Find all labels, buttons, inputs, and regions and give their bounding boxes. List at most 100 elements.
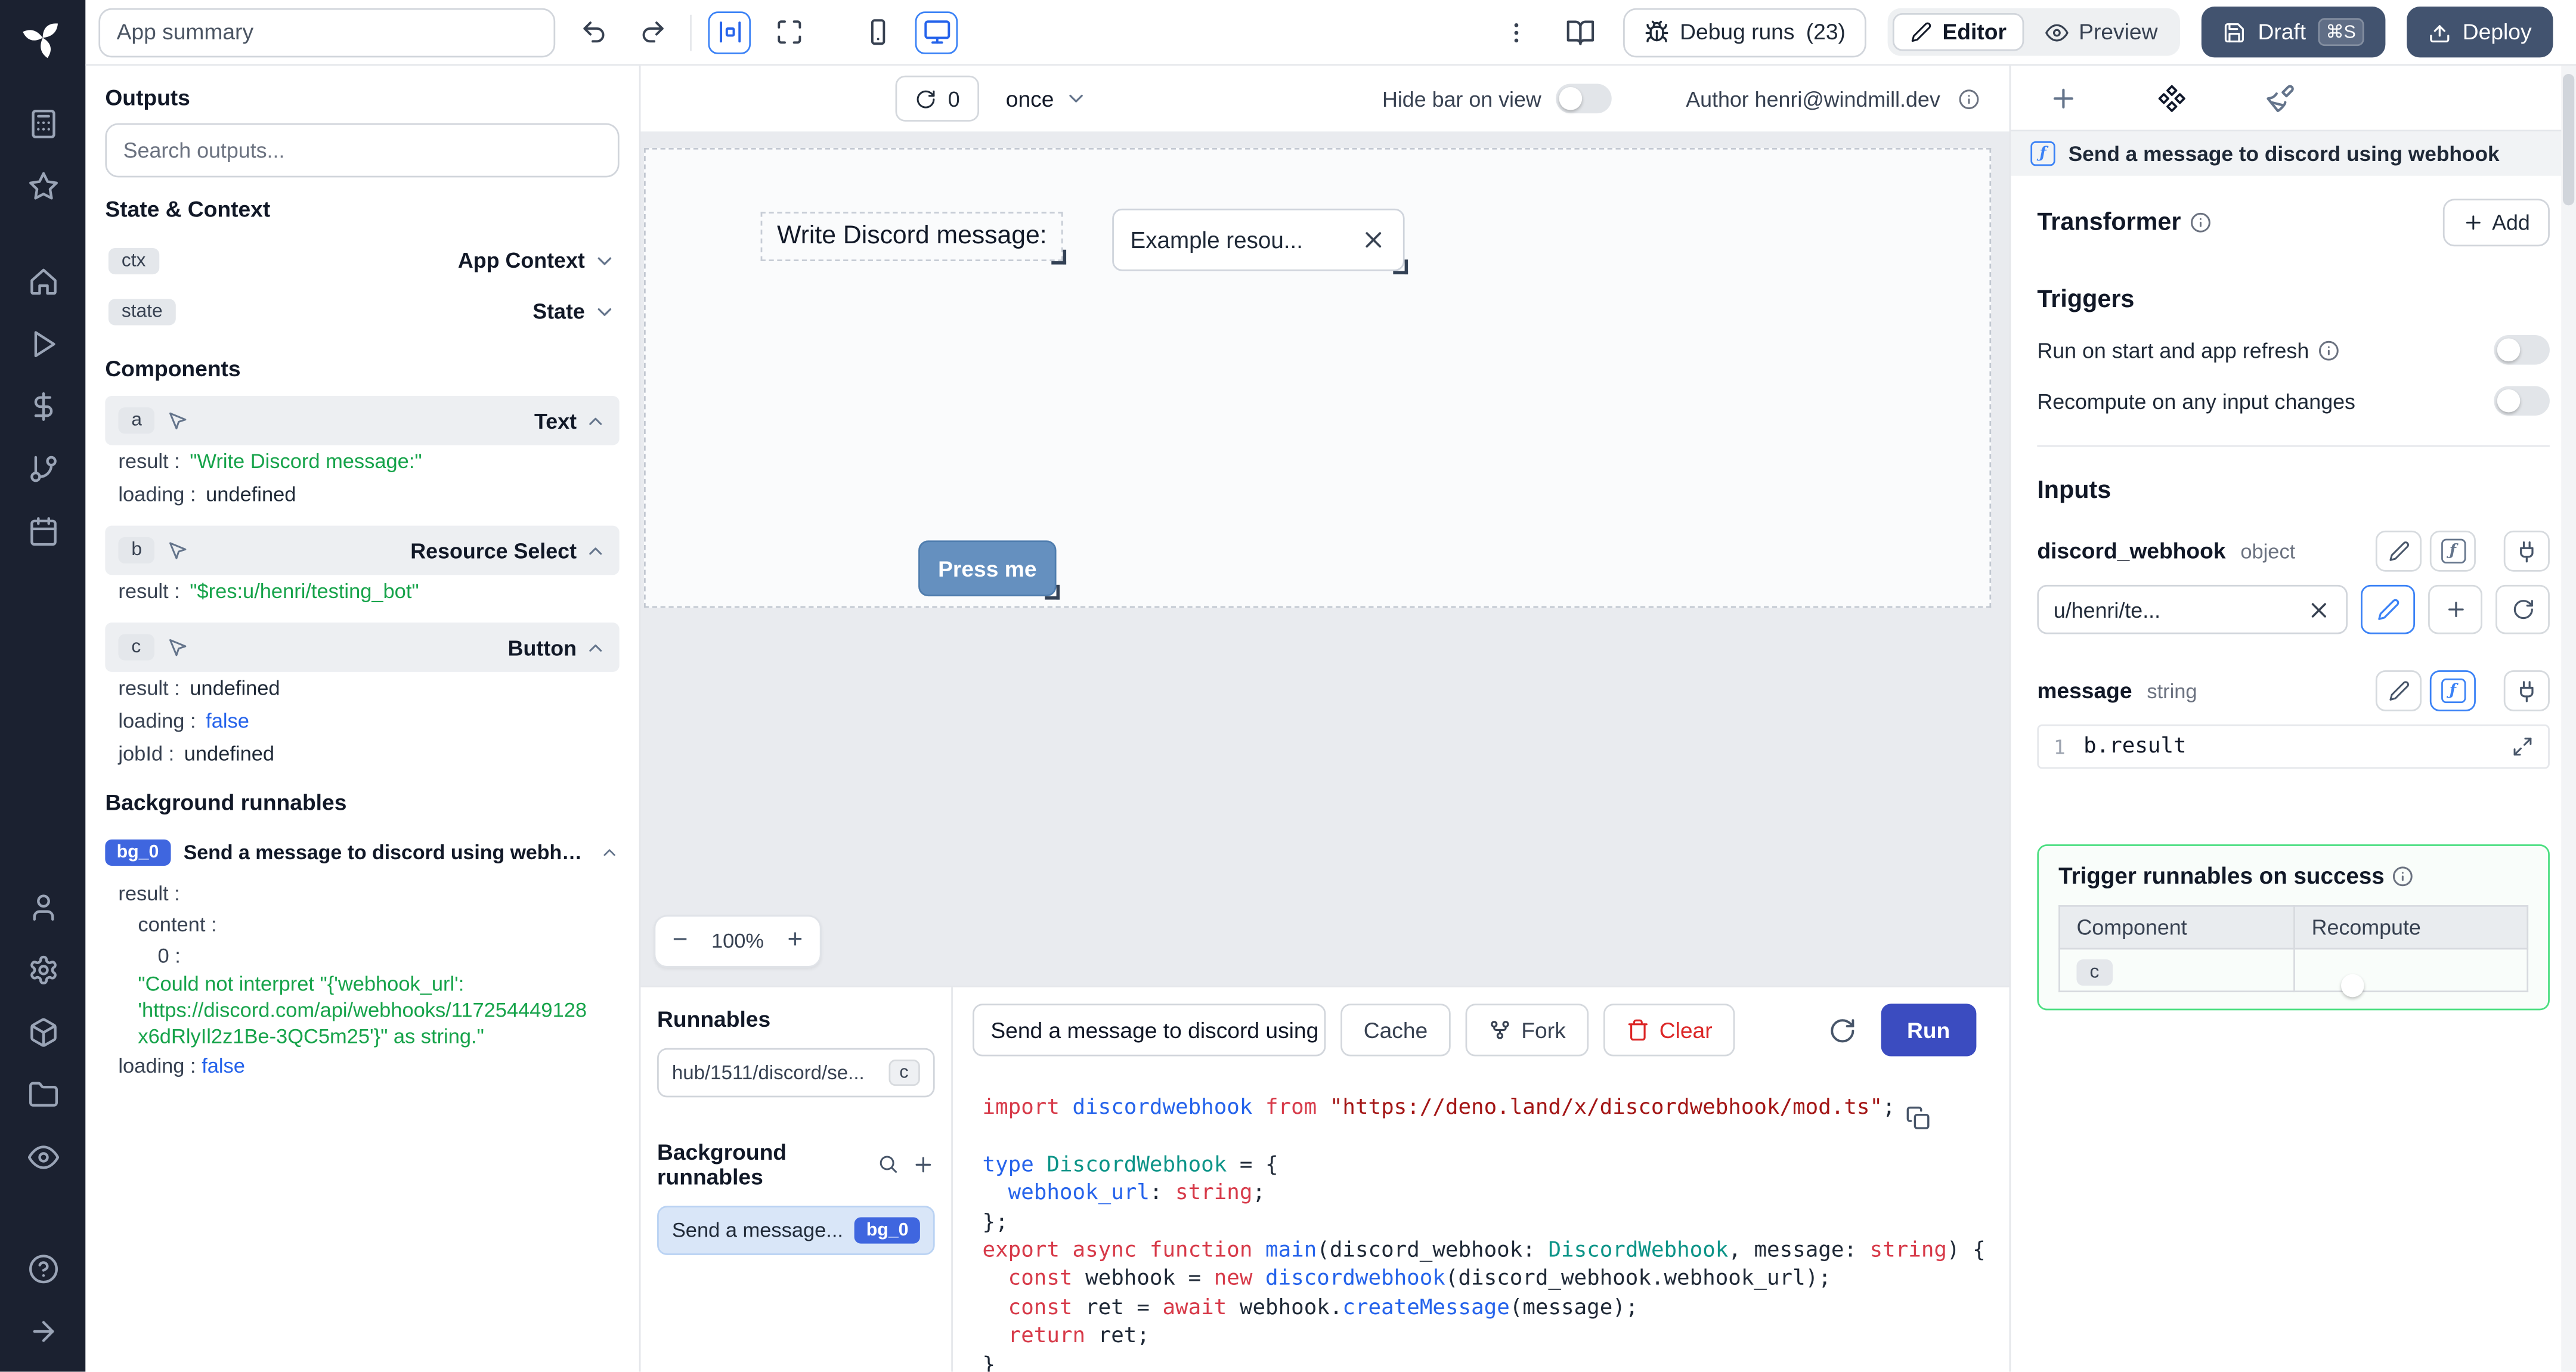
resource-select-component[interactable]: Example resou... (1112, 208, 1408, 275)
resource-path-field[interactable]: u/henri/te... (2037, 584, 2348, 634)
package-icon[interactable] (13, 1007, 72, 1057)
chevron-up-icon[interactable] (600, 843, 620, 862)
scrollbar-thumb[interactable] (2562, 73, 2575, 206)
horizontal-align-button[interactable] (708, 10, 751, 54)
info-icon[interactable] (2317, 339, 2339, 361)
chevron-up-icon[interactable] (585, 637, 606, 658)
resize-handle[interactable] (1051, 249, 1067, 265)
info-icon[interactable] (2393, 865, 2414, 887)
refresh-count-button[interactable]: 0 (895, 75, 980, 122)
ctx-row[interactable]: ctx App Context (105, 235, 619, 286)
tab-preview[interactable]: Preview (2028, 13, 2176, 51)
zoom-in-button[interactable]: + (770, 916, 820, 966)
chevron-down-icon[interactable] (593, 249, 617, 272)
search-icon[interactable] (877, 1153, 899, 1175)
kebab-menu-button[interactable] (1494, 11, 1537, 54)
canvas-sheet[interactable]: Write Discord message: Example resou... … (643, 147, 1992, 608)
bg-runnable-item[interactable]: Send a message... bg_0 (657, 1206, 935, 1255)
info-icon[interactable] (2189, 212, 2210, 233)
clear-select-icon[interactable] (1360, 227, 1386, 253)
state-row[interactable]: state State (105, 286, 619, 336)
eval-input-icon[interactable]: ƒ (2429, 530, 2476, 572)
tab-component-settings[interactable] (2152, 78, 2191, 117)
chevron-up-icon[interactable] (585, 410, 606, 431)
deploy-button[interactable]: Deploy (2407, 7, 2553, 58)
add-resource-button[interactable] (2428, 584, 2482, 634)
button-component[interactable]: Press me (918, 540, 1060, 600)
fork-button[interactable]: Fork (1465, 1004, 1589, 1057)
refresh-script-button[interactable] (1820, 1007, 1866, 1053)
user-icon[interactable] (13, 882, 72, 931)
play-icon[interactable] (13, 318, 72, 368)
resize-handle[interactable] (1045, 584, 1060, 600)
add-runnable-icon[interactable] (912, 1153, 935, 1176)
expand-sidebar-icon[interactable] (13, 1306, 72, 1355)
expression-value: b.result (2083, 734, 2187, 759)
windmill-logo[interactable] (18, 13, 67, 63)
static-input-icon[interactable] (2375, 670, 2422, 711)
folder-icon[interactable] (13, 1070, 72, 1119)
hand-pointer-icon[interactable] (168, 540, 190, 561)
refresh-resource-button[interactable] (2495, 584, 2550, 634)
editor-preview-switch: Editor Preview (1888, 8, 2181, 56)
gear-icon[interactable] (13, 944, 72, 994)
runnable-item[interactable]: hub/1511/discord/se... c (657, 1048, 935, 1098)
component-b-header[interactable]: b Resource Select (105, 525, 620, 575)
redo-button[interactable] (631, 11, 674, 54)
connect-plug-icon[interactable] (2503, 530, 2550, 572)
tab-styling[interactable] (2261, 78, 2300, 117)
script-name-input[interactable]: Send a message to discord using (973, 1004, 1326, 1057)
tab-editor[interactable]: Editor (1893, 13, 2025, 51)
hand-pointer-icon[interactable] (168, 410, 190, 431)
scrollbar-track[interactable] (2561, 66, 2576, 1372)
resize-handle[interactable] (1393, 259, 1408, 275)
edit-resource-button[interactable] (2361, 584, 2415, 634)
tab-insert-component[interactable] (2044, 78, 2083, 117)
cache-button[interactable]: Cache (1340, 1004, 1451, 1057)
run-button[interactable]: Run (1880, 1004, 1977, 1057)
zoom-out-button[interactable]: − (655, 916, 705, 966)
run-on-start-toggle[interactable] (2494, 335, 2550, 365)
docs-book-button[interactable] (1558, 11, 1601, 54)
undo-button[interactable] (572, 11, 615, 54)
search-outputs-input[interactable] (105, 123, 620, 178)
background-runnable-header[interactable]: bg_0 Send a message to discord using web… (105, 828, 619, 878)
expand-editor-icon[interactable] (2512, 736, 2534, 757)
debug-runs-button[interactable]: Debug runs (23) (1622, 7, 1867, 57)
git-branch-icon[interactable] (13, 444, 72, 493)
dollar-icon[interactable] (13, 381, 72, 431)
text-component[interactable]: Write Discord message: (760, 212, 1067, 265)
connect-plug-icon[interactable] (2503, 670, 2550, 711)
mobile-view-button[interactable] (856, 11, 899, 54)
refresh-mode-select[interactable]: once (1006, 86, 1087, 111)
desktop-view-button[interactable] (915, 10, 958, 54)
hide-bar-toggle[interactable] (1556, 83, 1612, 114)
code-editor[interactable]: import discordwebhook from "https://deno… (953, 1073, 2010, 1372)
app-summary-input[interactable] (98, 7, 556, 57)
clear-resource-icon[interactable] (2306, 597, 2331, 621)
error-text: 'https://discord.com/api/webhooks/117254… (138, 999, 587, 1022)
draft-button[interactable]: Draft ⌘S (2202, 7, 2386, 58)
home-icon[interactable] (13, 256, 72, 306)
recompute-on-change-toggle[interactable] (2494, 386, 2550, 416)
info-icon[interactable] (1958, 88, 1980, 109)
message-expression-editor[interactable]: 1 b.result (2037, 724, 2550, 769)
fullscreen-button[interactable] (767, 11, 810, 54)
component-a-header[interactable]: a Text (105, 395, 620, 445)
clear-button[interactable]: Clear (1603, 1004, 1736, 1057)
star-icon[interactable] (13, 161, 72, 210)
copy-code-icon[interactable] (1906, 1105, 1930, 1130)
component-c-header[interactable]: c Button (105, 622, 620, 672)
eval-input-icon[interactable]: ƒ (2429, 670, 2476, 711)
add-transformer-button[interactable]: Add (2442, 199, 2550, 247)
chevron-up-icon[interactable] (585, 540, 606, 561)
kv-value: "$res:u/henri/testing_bot" (190, 580, 419, 603)
app-canvas[interactable]: Write Discord message: Example resou... … (640, 131, 2010, 986)
calculator-icon[interactable] (13, 98, 72, 148)
help-icon[interactable] (13, 1244, 72, 1293)
chevron-down-icon[interactable] (593, 300, 617, 323)
eye-icon[interactable] (13, 1132, 72, 1181)
static-input-icon[interactable] (2375, 530, 2422, 572)
hand-pointer-icon[interactable] (167, 637, 188, 658)
calendar-icon[interactable] (13, 506, 72, 556)
